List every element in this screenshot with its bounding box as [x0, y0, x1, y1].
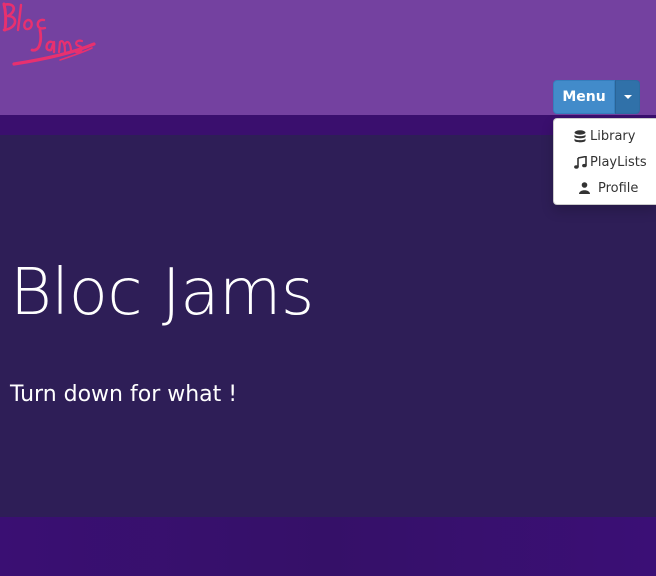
bloc-jams-logo — [2, 2, 96, 66]
hero-subtitle: Turn down for what ! — [10, 382, 238, 407]
menu-toggle-button[interactable] — [615, 80, 640, 114]
menu-dropdown: Library PlayLists Profile — [553, 118, 656, 205]
landing-page: Bloc Jams Menu Bloc Jams Turn down for w… — [0, 0, 656, 576]
dropdown-item-playlists[interactable]: PlayLists — [554, 149, 656, 175]
hero-title: Bloc Jams — [10, 256, 314, 330]
dropdown-item-library[interactable]: Library — [554, 123, 656, 149]
dropdown-item-profile[interactable]: Profile — [554, 175, 656, 201]
music-note-icon — [573, 155, 587, 169]
navbar: Bloc Jams Menu — [0, 0, 656, 115]
selling-points-band — [0, 517, 656, 576]
dropdown-item-label: Profile — [598, 180, 639, 196]
database-icon — [573, 129, 587, 143]
menu-button[interactable]: Menu — [553, 80, 615, 114]
menu-button-group: Menu — [553, 80, 640, 114]
caret-down-icon — [623, 95, 632, 99]
dropdown-item-label: Library — [590, 128, 636, 144]
dropdown-item-label: PlayLists — [590, 154, 647, 170]
logo-link[interactable]: Bloc Jams — [0, 0, 100, 70]
user-icon — [577, 181, 591, 195]
